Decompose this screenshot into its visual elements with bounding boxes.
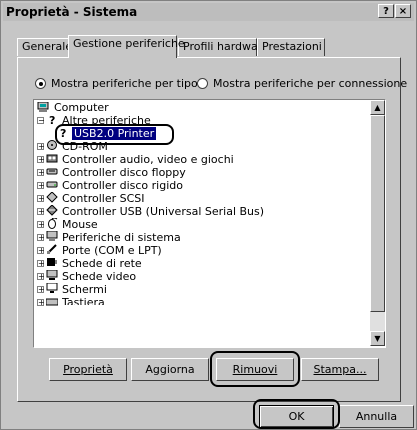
computer-icon — [37, 102, 49, 112]
tree-item-network-adapters[interactable]: Schede di rete — [62, 257, 142, 270]
tab-profili-hardware[interactable]: Profili hardware — [178, 38, 269, 56]
usb-icon — [46, 205, 58, 216]
help-button[interactable]: ? — [378, 4, 394, 18]
system-devices-icon — [46, 231, 58, 241]
expand-icon[interactable]: + — [37, 195, 45, 203]
scroll-up-arrow-icon[interactable]: ▲ — [370, 100, 385, 115]
tab-gestione-periferiche[interactable]: Gestione periferiche — [68, 35, 185, 58]
expand-icon[interactable]: + — [37, 182, 45, 190]
tree-item-ports[interactable]: Porte (COM e LPT) — [62, 244, 162, 257]
highlight-ok — [253, 399, 340, 429]
scsi-icon — [46, 192, 58, 203]
svg-text:?: ? — [49, 114, 55, 125]
expand-icon[interactable]: + — [37, 234, 45, 242]
highlight-rimuovi — [210, 351, 300, 387]
ports-icon — [47, 244, 57, 254]
expand-icon[interactable]: + — [37, 286, 45, 294]
hard-disk-icon — [46, 181, 58, 188]
radio-checked-icon — [35, 78, 46, 89]
annulla-button[interactable]: Annulla — [339, 405, 414, 428]
system-properties-window: Proprietà - Sistema ? × Generale Gestion… — [0, 0, 417, 430]
window-title: Proprietà - Sistema — [6, 5, 138, 19]
radio-by-connection[interactable]: Mostra periferiche per connessione — [197, 77, 407, 91]
expand-icon[interactable]: + — [37, 208, 45, 216]
proprieta-button[interactable]: Proprietà — [49, 358, 127, 381]
floppy-drive-icon — [46, 168, 58, 175]
expand-icon[interactable]: + — [37, 169, 45, 177]
tree-item-system-devices[interactable]: Periferiche di sistema — [62, 231, 181, 244]
expand-icon[interactable]: + — [37, 221, 45, 229]
close-button[interactable]: × — [395, 4, 411, 18]
mouse-icon — [48, 218, 58, 229]
expand-icon[interactable]: + — [37, 260, 45, 268]
tree-root-computer[interactable]: Computer — [54, 101, 109, 114]
display-adapter-icon — [46, 270, 58, 280]
question-mark-icon: ? — [49, 114, 55, 125]
highlight-usb-printer — [55, 124, 174, 145]
expand-icon[interactable]: + — [37, 299, 45, 307]
tree-item-display-adapters[interactable]: Schede video — [62, 270, 136, 283]
expand-icon[interactable]: + — [37, 247, 45, 255]
tree-item-hard-disk[interactable]: Controller disco rigido — [62, 179, 183, 192]
keyboard-icon — [46, 298, 58, 306]
radio-by-type[interactable]: Mostra periferiche per tipo — [35, 77, 198, 91]
aggiorna-button[interactable]: Aggiorna — [131, 358, 209, 381]
radio-unchecked-icon — [197, 78, 208, 89]
tree-item-mouse[interactable]: Mouse — [62, 218, 98, 231]
collapse-icon[interactable]: − — [37, 117, 45, 125]
tree-item-floppy[interactable]: Controller disco floppy — [62, 166, 186, 179]
tab-generale[interactable]: Generale — [17, 38, 72, 56]
network-adapter-icon — [47, 258, 57, 266]
audio-video-icon — [46, 154, 58, 163]
tree-item-scsi[interactable]: Controller SCSI — [62, 192, 145, 205]
tree-item-monitors[interactable]: Schermi — [62, 283, 107, 296]
expand-icon[interactable]: + — [37, 273, 45, 281]
radio-by-type-label: Mostra periferiche per tipo — [51, 77, 198, 90]
expand-icon[interactable]: + — [37, 143, 45, 151]
stampa-button[interactable]: Stampa... — [301, 358, 379, 381]
tab-prestazioni[interactable]: Prestazioni — [257, 38, 325, 56]
tree-item-keyboard[interactable]: Tastiera — [62, 296, 105, 305]
scroll-down-arrow-icon[interactable]: ▼ — [370, 331, 385, 346]
tree-item-audio[interactable]: Controller audio, video e giochi — [62, 153, 234, 166]
scroll-thumb[interactable] — [370, 115, 385, 312]
expand-icon[interactable]: + — [37, 156, 45, 164]
tree-item-usb-controller[interactable]: Controller USB (Universal Serial Bus) — [62, 205, 264, 218]
monitor-icon — [46, 283, 58, 293]
radio-by-connection-label: Mostra periferiche per connessione — [213, 77, 408, 90]
title-bar[interactable]: Proprietà - Sistema ? × — [3, 3, 414, 21]
tree-scrollbar[interactable]: ▲ ▼ — [370, 100, 385, 346]
